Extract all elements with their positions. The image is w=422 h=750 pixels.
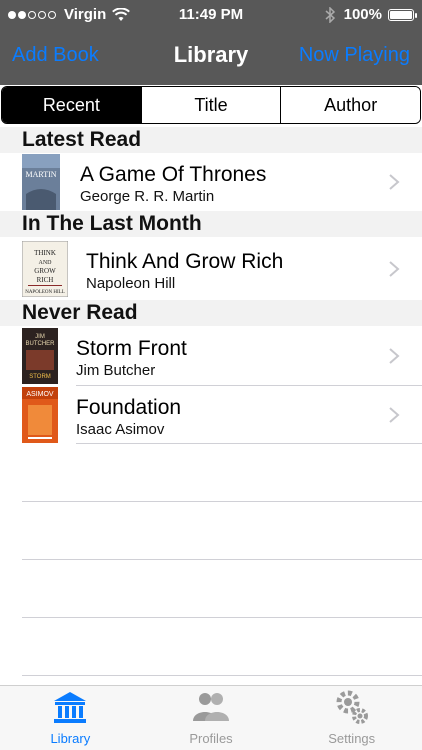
book-cover-image: MARTIN (22, 154, 60, 210)
svg-text:NAPOLEON HILL: NAPOLEON HILL (25, 290, 65, 295)
book-cover-image: JIM BUTCHER STORM (22, 328, 58, 384)
tab-label-settings: Settings (328, 731, 376, 746)
header: Virgin 11:49 PM 100% Add Book Library No… (0, 0, 422, 85)
book-title: A Game Of Thrones (80, 163, 267, 186)
section-header-never-read: Never Read (0, 300, 422, 326)
cover-text: MARTIN (25, 170, 56, 179)
tab-label-profiles: Profiles (189, 731, 233, 746)
book-author: Isaac Asimov (76, 421, 165, 438)
row-separator (76, 443, 422, 444)
svg-text:ASIMOV: ASIMOV (26, 391, 54, 398)
nav-bar: Add Book Library Now Playing (0, 30, 422, 85)
empty-row-separator (22, 617, 422, 618)
book-row[interactable]: THINK AND GROW RICH NAPOLEON HILL Think … (0, 240, 422, 298)
svg-text:STORM: STORM (29, 374, 51, 380)
book-author: George R. R. Martin (80, 188, 215, 205)
library-icon (54, 692, 87, 723)
empty-row-separator (22, 675, 422, 676)
tab-settings[interactable]: Settings (281, 686, 422, 750)
svg-text:THINK: THINK (34, 249, 56, 257)
segment-recent[interactable]: Recent (2, 87, 141, 123)
book-row[interactable]: ASIMOV Foundation Isaac Asimov (0, 386, 422, 444)
book-title: Think And Grow Rich (86, 250, 284, 273)
book-cover-image: THINK AND GROW RICH NAPOLEON HILL (22, 241, 68, 297)
status-bar: Virgin 11:49 PM 100% (0, 0, 422, 30)
battery-icon (388, 8, 417, 21)
chevron-right-icon (389, 348, 400, 364)
segment-author[interactable]: Author (280, 87, 420, 123)
tab-profiles[interactable]: Profiles (141, 686, 282, 750)
tab-bar: Library Profiles Settings (0, 685, 422, 750)
segment-group: Recent Title Author (1, 86, 421, 124)
profiles-icon (193, 693, 229, 721)
segment-title[interactable]: Title (140, 87, 281, 123)
book-author: Napoleon Hill (86, 275, 176, 292)
svg-text:AND: AND (39, 260, 53, 266)
section-header-latest-read: Latest Read (0, 127, 422, 153)
tab-label-library: Library (50, 731, 91, 746)
book-row[interactable]: MARTIN A Game Of Thrones George R. R. Ma… (0, 153, 422, 211)
status-right: 100% (324, 6, 417, 23)
book-row[interactable]: JIM BUTCHER STORM Storm Front Jim Butche… (0, 327, 422, 385)
svg-text:GROW: GROW (34, 267, 56, 275)
book-title: Storm Front (76, 337, 187, 360)
chevron-right-icon (389, 174, 400, 190)
book-title: Foundation (76, 396, 182, 419)
svg-text:JIM: JIM (35, 334, 45, 340)
book-cover-image: ASIMOV (22, 387, 58, 443)
svg-text:RICH: RICH (37, 276, 54, 284)
sort-segmented-control: Recent Title Author (0, 85, 422, 125)
settings-icon (336, 690, 368, 724)
empty-row-separator (22, 501, 422, 502)
tab-library[interactable]: Library (0, 686, 141, 750)
bluetooth-icon (325, 6, 335, 23)
now-playing-button[interactable]: Now Playing (299, 44, 410, 67)
chevron-right-icon (389, 407, 400, 423)
section-header-last-month: In The Last Month (0, 211, 422, 237)
battery-fill (390, 10, 412, 19)
battery-percent: 100% (343, 6, 382, 23)
svg-text:BUTCHER: BUTCHER (25, 341, 55, 347)
book-author: Jim Butcher (76, 362, 156, 379)
empty-row-separator (22, 559, 422, 560)
chevron-right-icon (389, 261, 400, 277)
